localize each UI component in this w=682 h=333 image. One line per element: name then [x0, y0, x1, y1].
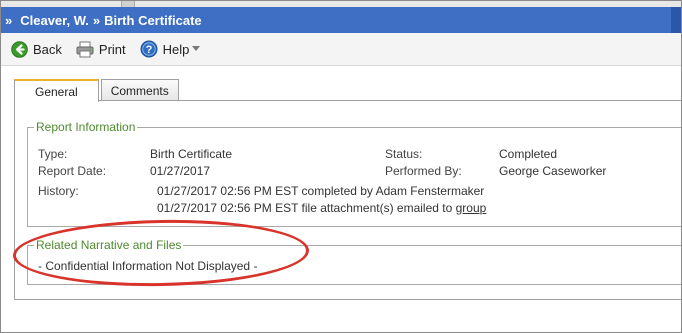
history-entry-2-text: 01/27/2017 02:56 PM EST file attachment(…	[157, 201, 453, 215]
title-bar: » Cleaver, W. » Birth Certificate	[1, 7, 681, 33]
tab-bar: General Comments	[14, 79, 181, 102]
related-narrative-section: Related Narrative and Files - Confidenti…	[27, 238, 681, 285]
breadcrumb-page: Birth Certificate	[104, 12, 202, 28]
breadcrumb-prefix: »	[5, 12, 13, 28]
chevron-down-icon	[192, 46, 201, 52]
type-label: Type:	[38, 147, 68, 161]
history-entry-1: 01/27/2017 02:56 PM EST completed by Ada…	[157, 184, 485, 198]
status-label: Status:	[385, 147, 423, 161]
print-button[interactable]: Print	[76, 41, 126, 58]
general-tab-panel: Report Information Type: Birth Certifica…	[14, 100, 681, 300]
svg-text:?: ?	[145, 44, 152, 56]
help-menu-button[interactable]: ? Help	[140, 40, 206, 58]
status-value: Completed	[499, 147, 558, 161]
breadcrumb-person[interactable]: Cleaver, W.	[20, 13, 89, 28]
back-label: Back	[33, 41, 62, 57]
print-label: Print	[98, 41, 126, 57]
report-date-label: Report Date:	[38, 164, 107, 178]
breadcrumb-separator: »	[92, 12, 101, 28]
confidential-message: - Confidential Information Not Displayed…	[38, 259, 258, 273]
history-entry-2: 01/27/2017 02:56 PM EST file attachment(…	[157, 201, 486, 215]
report-information-title: Report Information	[34, 120, 138, 134]
tab-comments[interactable]: Comments	[100, 79, 179, 101]
help-label: Help	[162, 41, 190, 57]
history-label: History:	[38, 184, 79, 198]
performed-by-label: Performed By:	[385, 164, 462, 178]
performed-by-value: George Caseworker	[499, 164, 607, 178]
back-button[interactable]: Back	[11, 40, 62, 58]
report-information-section: Report Information Type: Birth Certifica…	[27, 120, 681, 227]
tab-general[interactable]: General	[14, 79, 99, 102]
printer-icon	[76, 41, 94, 58]
back-arrow-icon	[11, 40, 28, 58]
app-window: » Cleaver, W. » Birth Certificate Back P…	[0, 0, 682, 333]
toolbar: Back Print ? Help	[1, 33, 681, 66]
help-icon: ?	[140, 40, 158, 58]
related-narrative-title: Related Narrative and Files	[34, 238, 184, 252]
type-value: Birth Certificate	[150, 147, 233, 161]
title-bar-edge	[671, 7, 681, 33]
group-link[interactable]: group	[456, 201, 487, 215]
report-date-value: 01/27/2017	[150, 164, 211, 178]
